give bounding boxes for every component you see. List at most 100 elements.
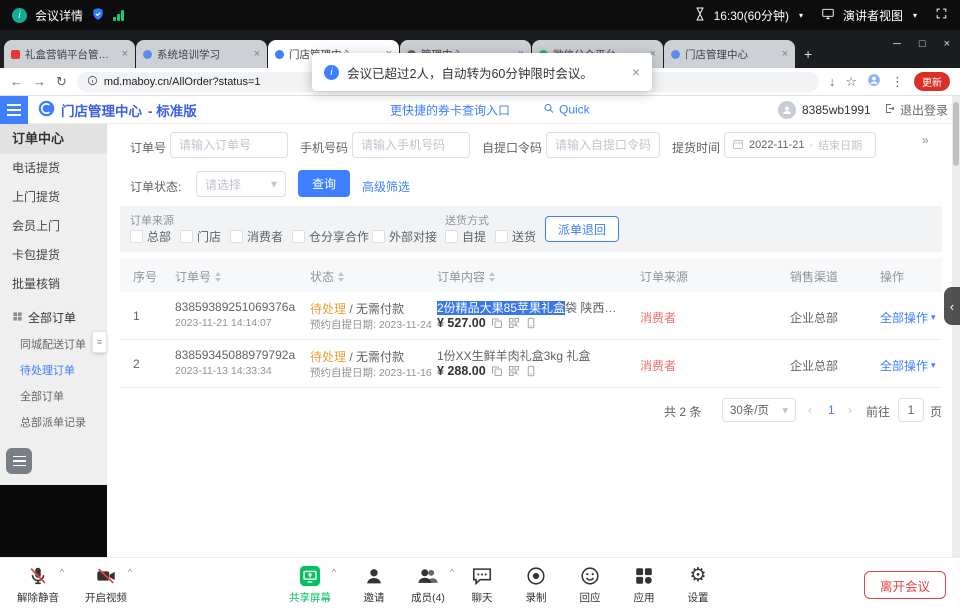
pagination-page-1[interactable]: 1 <box>828 403 835 417</box>
caret-up-icon[interactable]: ^ <box>128 567 132 577</box>
meeting-info-group[interactable]: i 会议详情 <box>12 7 124 24</box>
phone-icon[interactable] <box>525 365 537 377</box>
back-icon[interactable]: ← <box>10 74 23 89</box>
order-source: 消费者 <box>640 309 676 326</box>
checkbox-store[interactable]: 门店 <box>180 228 221 245</box>
tab-close-icon[interactable]: × <box>782 48 788 60</box>
share-screen-button[interactable]: 共享屏幕 ^ <box>280 565 340 605</box>
leave-meeting-button[interactable]: 离开会议 <box>864 571 946 599</box>
timer-caret-icon[interactable]: ▾ <box>799 11 803 20</box>
unmute-button[interactable]: 解除静音 ^ <box>8 565 68 605</box>
menu-icon[interactable] <box>0 96 28 124</box>
sidebar-item-card-pickup[interactable]: 卡包提货 <box>0 241 107 270</box>
col-status[interactable]: 状态 <box>310 268 344 285</box>
apps-button[interactable]: 应用 <box>614 565 674 605</box>
copy-icon[interactable] <box>491 365 503 377</box>
browser-tab[interactable]: 礼盒营销平台管理中心 × <box>4 40 135 68</box>
table-row[interactable]: 1 83859389251069376a 2023-11-21 14:14:07… <box>120 292 942 340</box>
minimize-icon[interactable]: ─ <box>893 38 901 50</box>
meeting-info-icon[interactable]: i <box>12 8 27 23</box>
new-tab-icon[interactable]: + <box>804 46 812 62</box>
view-mode-label[interactable]: 演讲者视图 <box>843 7 903 24</box>
close-icon[interactable]: × <box>944 38 950 50</box>
sort-icon[interactable] <box>338 272 344 282</box>
fullscreen-icon[interactable] <box>935 7 948 23</box>
sidebar-item-door-pickup[interactable]: 上门提货 <box>0 183 107 212</box>
user-account[interactable]: 8385wb1991 <box>778 101 871 119</box>
row-action-dropdown[interactable]: 全部操作▾ <box>880 357 936 374</box>
date-range-picker[interactable]: 2022-11-21 - 结束日期 <box>724 132 876 158</box>
row-action-dropdown[interactable]: 全部操作▾ <box>880 309 936 326</box>
sort-icon[interactable] <box>489 272 495 282</box>
sort-icon[interactable] <box>215 272 221 282</box>
phone-icon[interactable] <box>525 317 537 329</box>
download-icon[interactable]: ↓ <box>829 74 836 89</box>
logout-button[interactable]: 退出登录 <box>884 101 948 118</box>
toast-close-icon[interactable]: × <box>632 64 640 80</box>
collapse-chevrons-icon[interactable]: » <box>922 133 929 147</box>
refresh-icon[interactable]: ↻ <box>56 74 67 90</box>
sidebar-item-city-delivery[interactable]: 同城配送订单 <box>0 332 107 358</box>
checkbox-headquarters[interactable]: 总部 <box>130 228 171 245</box>
dispatch-return-button[interactable]: 派单退回 <box>545 216 619 242</box>
sidebar-item-batch-verify[interactable]: 批量核销 <box>0 270 107 299</box>
page-info-icon[interactable] <box>87 75 98 89</box>
phone-input[interactable] <box>352 132 470 158</box>
sidebar-group-all-orders[interactable]: 全部订单 <box>0 303 107 332</box>
maximize-icon[interactable]: □ <box>919 38 926 50</box>
checkbox-consumer[interactable]: 消费者 <box>230 228 283 245</box>
sidebar-item-all-orders[interactable]: 全部订单 <box>0 384 107 410</box>
goto-page-input[interactable] <box>898 398 924 422</box>
browser-update-badge[interactable]: 更新 <box>914 72 950 91</box>
coupon-query-link[interactable]: 更快捷的券卡查询入口 <box>390 101 510 118</box>
sidebar-item-hq-dispatch-records[interactable]: 总部派单记录 <box>0 410 107 436</box>
chevron-down-icon: ▾ <box>271 177 277 191</box>
members-button[interactable]: 成员(4) ^ <box>398 565 458 605</box>
sidebar-collapse-handle[interactable]: ≡ <box>92 331 107 353</box>
browser-tab[interactable]: 系统培训学习 × <box>136 40 267 68</box>
order-no-input[interactable] <box>170 132 288 158</box>
page-scrollbar[interactable] <box>952 96 960 557</box>
checkbox-self-pickup[interactable]: 自提 <box>445 228 486 245</box>
feedback-widget-icon[interactable] <box>6 448 32 474</box>
sidebar-item-pending-orders[interactable]: 待处理订单 <box>0 358 107 384</box>
tab-close-icon[interactable]: × <box>254 48 260 60</box>
profile-icon[interactable] <box>867 73 881 90</box>
qrcode-icon[interactable] <box>508 365 520 377</box>
pagination-prev[interactable]: ‹ <box>808 403 812 417</box>
sidebar-item-phone-pickup[interactable]: 电话提货 <box>0 154 107 183</box>
view-mode-caret-icon[interactable]: ▾ <box>913 11 917 20</box>
qrcode-icon[interactable] <box>508 317 520 329</box>
browser-tab[interactable]: 门店管理中心 × <box>664 40 795 68</box>
record-button[interactable]: 录制 <box>506 565 566 605</box>
page-size-select[interactable]: 30条/页 ▾ <box>722 398 796 422</box>
scrollbar-thumb[interactable] <box>953 102 959 166</box>
checkbox-delivery[interactable]: 送货 <box>495 228 536 245</box>
checkbox-external[interactable]: 外部对接 <box>372 228 437 245</box>
search-button[interactable]: 查询 <box>298 170 350 197</box>
caret-up-icon[interactable]: ^ <box>60 567 64 577</box>
checkbox-warehouse-share[interactable]: 仓分享合作 <box>292 228 369 245</box>
order-status-select[interactable]: 请选择 ▾ <box>196 171 286 197</box>
start-video-button[interactable]: 开启视频 ^ <box>76 565 136 605</box>
forward-icon[interactable]: → <box>33 74 46 89</box>
sidebar-item-member-visit[interactable]: 会员上门 <box>0 212 107 241</box>
right-drawer-handle[interactable]: ‹ <box>944 287 960 325</box>
browser-menu-icon[interactable]: ⋮ <box>891 74 904 90</box>
reaction-button[interactable]: 回应 <box>560 565 620 605</box>
star-icon[interactable]: ☆ <box>845 74 857 90</box>
meeting-timer[interactable]: 16:30(60分钟) <box>714 7 789 24</box>
copy-icon[interactable] <box>491 317 503 329</box>
col-order-no[interactable]: 订单号 <box>175 268 221 285</box>
chat-button[interactable]: 聊天 <box>452 565 512 605</box>
pagination-next[interactable]: › <box>848 403 852 417</box>
quick-search[interactable]: Quick <box>543 102 590 117</box>
tab-close-icon[interactable]: × <box>122 48 128 60</box>
table-row[interactable]: 2 83859345088979792a 2023-11-13 14:33:34… <box>120 340 942 388</box>
caret-up-icon[interactable]: ^ <box>332 567 336 577</box>
pickup-code-input[interactable] <box>546 132 660 158</box>
settings-button[interactable]: ⚙ 设置 <box>668 565 728 605</box>
invite-button[interactable]: 邀请 <box>344 565 404 605</box>
col-content[interactable]: 订单内容 <box>437 268 495 285</box>
advanced-filter-link[interactable]: 高级筛选 <box>362 178 410 195</box>
